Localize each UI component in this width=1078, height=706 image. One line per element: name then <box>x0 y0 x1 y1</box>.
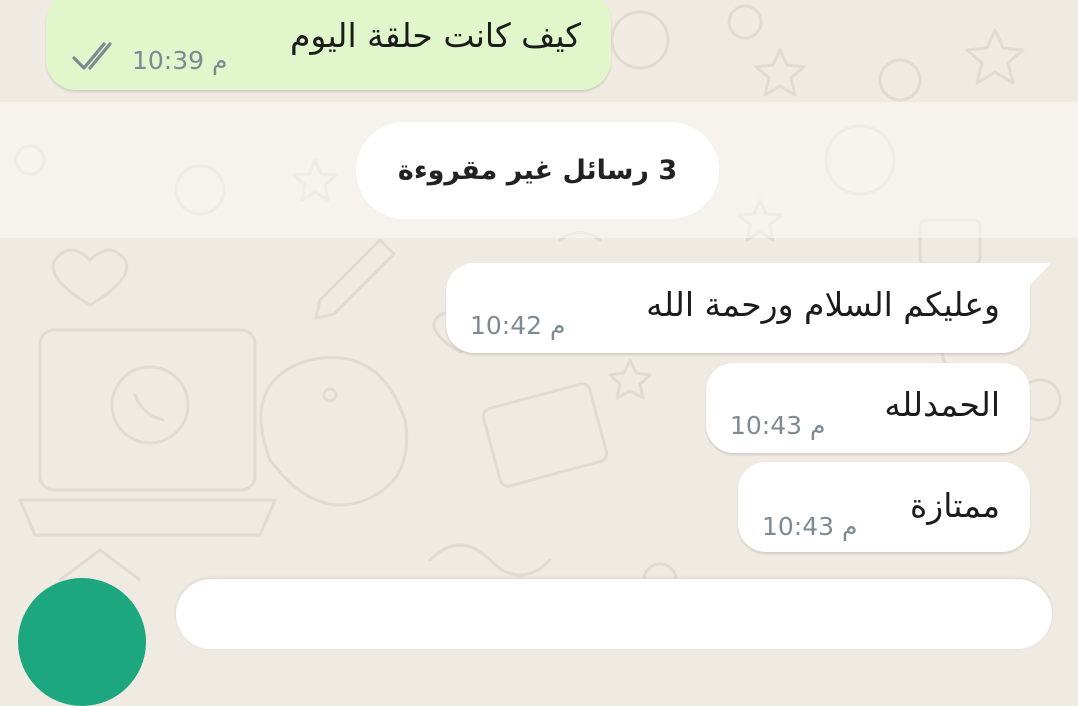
message-input[interactable] <box>176 579 1052 649</box>
incoming-message-bubble[interactable]: وعليكم السلام ورحمة الله 10:42 م <box>446 263 1030 353</box>
double-check-icon <box>72 42 112 70</box>
message-text: كيف كانت حلقة اليوم <box>289 16 581 55</box>
mic-button[interactable] <box>18 578 146 706</box>
message-text: وعليكم السلام ورحمة الله <box>646 285 1000 324</box>
message-timestamp: 10:39 م <box>132 46 228 75</box>
message-timestamp: 10:42 م <box>470 311 566 340</box>
bubble-tail <box>1026 263 1049 285</box>
incoming-message-bubble[interactable]: الحمدلله 10:43 م <box>706 363 1030 453</box>
message-timestamp: 10:43 م <box>762 512 858 541</box>
outgoing-message-bubble[interactable]: كيف كانت حلقة اليوم 10:39 م <box>46 0 611 90</box>
message-timestamp: 10:43 م <box>730 411 826 440</box>
incoming-message-bubble[interactable]: ممتازة 10:43 م <box>738 462 1030 552</box>
message-text: الحمدلله <box>884 385 1000 424</box>
unread-messages-divider: 3 رسائل غير مقروءة <box>356 122 719 219</box>
message-text: ممتازة <box>910 486 1000 525</box>
